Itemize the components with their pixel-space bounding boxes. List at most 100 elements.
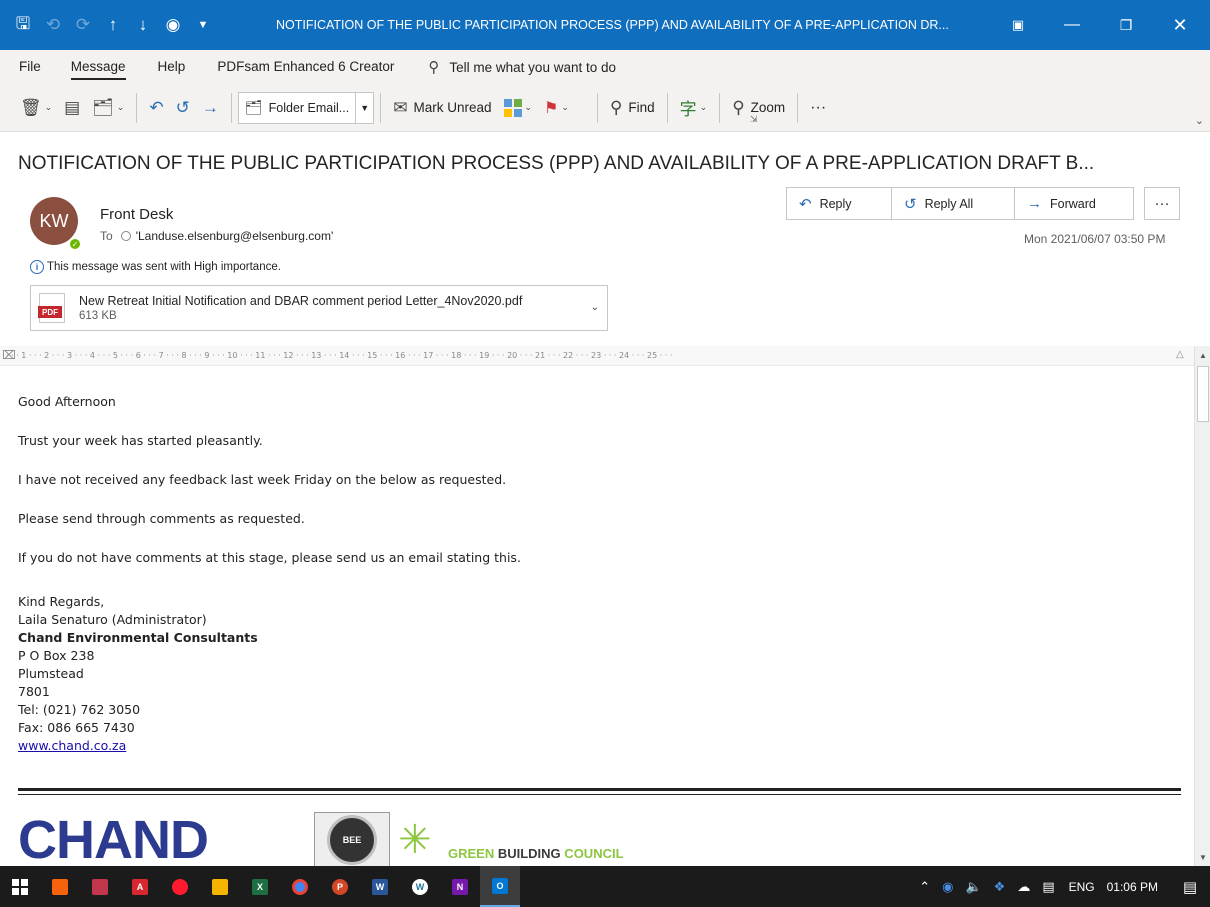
recipient-address[interactable]: 'Landuse.elsenburg@elsenburg.com' — [136, 229, 334, 243]
taskbar-app-orange[interactable] — [40, 866, 80, 907]
body-paragraph: Please send through comments as requeste… — [18, 511, 305, 526]
forward-ribbon-button[interactable]: → — [196, 92, 225, 124]
redo-icon[interactable]: ⟳ — [68, 0, 98, 50]
menu-help[interactable]: Help — [158, 50, 186, 84]
ribbon-separator — [719, 92, 721, 123]
body-paragraph: Trust your week has started pleasantly. — [18, 433, 263, 448]
taskbar-outlook[interactable]: O — [480, 866, 520, 907]
taskbar-word[interactable]: W — [360, 866, 400, 907]
to-label: To — [100, 229, 113, 243]
menu-file[interactable]: File — [19, 50, 41, 84]
reply-ribbon-button[interactable]: ↶ — [143, 92, 169, 124]
tab-stop-icon[interactable]: ⌧ — [2, 348, 16, 362]
scroll-up-icon[interactable]: ▲ — [1196, 348, 1210, 362]
flag-icon: ⚑ — [544, 99, 559, 117]
folder-email-icon: 🗂 — [244, 99, 263, 115]
taskbar-explorer[interactable] — [200, 866, 240, 907]
archive-button[interactable]: ▤ — [58, 92, 86, 124]
sender-name[interactable]: Front Desk — [100, 206, 173, 223]
dropbox-icon[interactable]: ❖ — [994, 879, 1006, 895]
window-title: NOTIFICATION OF THE PUBLIC PARTICIPATION… — [276, 18, 949, 32]
record-icon[interactable]: ◉ — [158, 0, 188, 50]
more-label: ··· — [810, 98, 827, 116]
volume-muted-icon[interactable]: 🔈 — [965, 879, 981, 895]
save-icon[interactable]: 🖫 — [8, 0, 38, 50]
mark-unread-button[interactable]: ✉ Mark Unread — [387, 92, 497, 124]
menu-pdfsam[interactable]: PDFsam Enhanced 6 Creator — [217, 50, 394, 84]
zoom-button[interactable]: ⚲ Zoom — [726, 92, 791, 124]
customize-icon[interactable]: ▼ — [188, 0, 218, 50]
gbc-green-text: GREEN — [448, 846, 498, 861]
taskbar-snipping[interactable] — [80, 866, 120, 907]
reply-all-label: Reply All — [924, 196, 974, 211]
taskbar-chrome[interactable] — [280, 866, 320, 907]
security-icon[interactable]: ◉ — [942, 879, 953, 895]
acrobat-icon: A — [132, 878, 148, 895]
translate-button[interactable]: 字 ⌄ — [674, 92, 714, 124]
move-button[interactable]: 🗂 ⌄ — [86, 92, 130, 124]
expand-ribbon-icon[interactable]: ⌄ — [1195, 114, 1204, 127]
word-icon: W — [372, 878, 388, 895]
attachment-card[interactable]: PDF New Retreat Initial Notification and… — [30, 285, 608, 331]
body-paragraph: I have not received any feedback last we… — [18, 472, 507, 487]
tell-me-search[interactable]: ⚲ Tell me what you want to do — [428, 58, 616, 76]
language-indicator[interactable]: ENG — [1069, 880, 1095, 894]
mark-unread-label: Mark Unread — [413, 100, 492, 115]
taskbar-wordpress[interactable]: W — [400, 866, 440, 907]
network-icon[interactable]: ▤ — [1042, 879, 1054, 895]
signature: Kind Regards, Laila Senaturo (Administra… — [18, 593, 258, 755]
restore-ribbon-icon[interactable]: ▣ — [994, 0, 1042, 50]
archive-icon: ▤ — [64, 97, 81, 117]
follow-up-button[interactable]: ⚑ ⌄ — [538, 92, 575, 124]
up-icon[interactable]: ↑ — [98, 0, 128, 50]
ribbon: 🗑 ⌄ ▤ 🗂 ⌄ ↶ ↺ → 🗂 Folder Email... ▼ ✉ Mark … — [0, 84, 1210, 132]
indent-marker-icon[interactable]: △ — [1176, 349, 1184, 360]
excel-icon: X — [252, 878, 268, 895]
close-icon[interactable]: ✕ — [1150, 0, 1210, 50]
maximize-icon[interactable]: ❐ — [1102, 0, 1150, 50]
message-actions: ↶ Reply ↺ Reply All → Forward ··· — [786, 187, 1180, 220]
windows-icon — [12, 878, 28, 895]
website-link[interactable]: www.chand.co.za — [18, 738, 126, 753]
chrome-icon — [292, 878, 308, 895]
ribbon-separator — [380, 92, 382, 123]
taskbar-excel[interactable]: X — [240, 866, 280, 907]
reply-all-button[interactable]: ↺ Reply All — [891, 187, 1015, 220]
chevron-down-icon[interactable]: ▼ — [355, 92, 373, 123]
taskbar-onenote[interactable]: N — [440, 866, 480, 907]
down-icon[interactable]: ↓ — [128, 0, 158, 50]
minimize-icon[interactable]: — — [1042, 0, 1102, 50]
taskbar-powerpoint[interactable]: P — [320, 866, 360, 907]
sig-address2: Plumstead — [18, 666, 84, 681]
scroll-down-icon[interactable]: ▼ — [1196, 850, 1210, 864]
find-button[interactable]: ⚲ Find — [604, 92, 661, 124]
pdf-badge: PDF — [38, 306, 62, 318]
more-ribbon-button[interactable]: ··· — [804, 92, 832, 124]
start-button[interactable] — [0, 866, 40, 907]
undo-icon[interactable]: ⟲ — [38, 0, 68, 50]
onedrive-icon[interactable]: ☁ — [1017, 879, 1030, 895]
vertical-scrollbar[interactable]: ▲ ▼ — [1194, 346, 1210, 866]
body-paragraph: Good Afternoon — [18, 394, 116, 409]
more-actions-button[interactable]: ··· — [1144, 187, 1180, 220]
show-hidden-icons-icon[interactable]: ⌃ — [919, 879, 930, 895]
quick-steps-dropdown[interactable]: 🗂 Folder Email... ▼ — [237, 91, 375, 124]
menu-message[interactable]: Message — [70, 50, 126, 84]
delete-button[interactable]: 🗑 ⌄ — [14, 92, 58, 124]
taskbar: A X P W W N O ⌃ ◉ 🔈 ❖ ☁ ▤ ENG 01:06 PM ▤ — [0, 866, 1210, 907]
dialog-launcher-icon[interactable]: ⇲ — [750, 114, 758, 125]
chevron-down-icon: ⌄ — [44, 102, 53, 112]
notifications-icon[interactable]: ▤ — [1170, 878, 1210, 896]
chevron-down-icon[interactable]: ⌄ — [591, 302, 599, 313]
clock[interactable]: 01:06 PM — [1107, 880, 1158, 894]
reply-all-ribbon-button[interactable]: ↺ — [170, 92, 196, 124]
reply-icon: ↶ — [149, 97, 164, 117]
scroll-thumb[interactable] — [1197, 366, 1209, 422]
categorize-button[interactable]: ⌄ — [498, 92, 539, 124]
taskbar-acrobat[interactable]: A — [120, 866, 160, 907]
forward-button[interactable]: → Forward — [1014, 187, 1134, 220]
reply-button[interactable]: ↶ Reply — [786, 187, 892, 220]
green-building-council-logo: GREEN BUILDING COUNCIL — [448, 846, 624, 861]
taskbar-opera[interactable] — [160, 866, 200, 907]
title-bar: 🖫 ⟲ ⟳ ↑ ↓ ◉ ▼ NOTIFICATION OF THE PUBLIC… — [0, 0, 1210, 50]
